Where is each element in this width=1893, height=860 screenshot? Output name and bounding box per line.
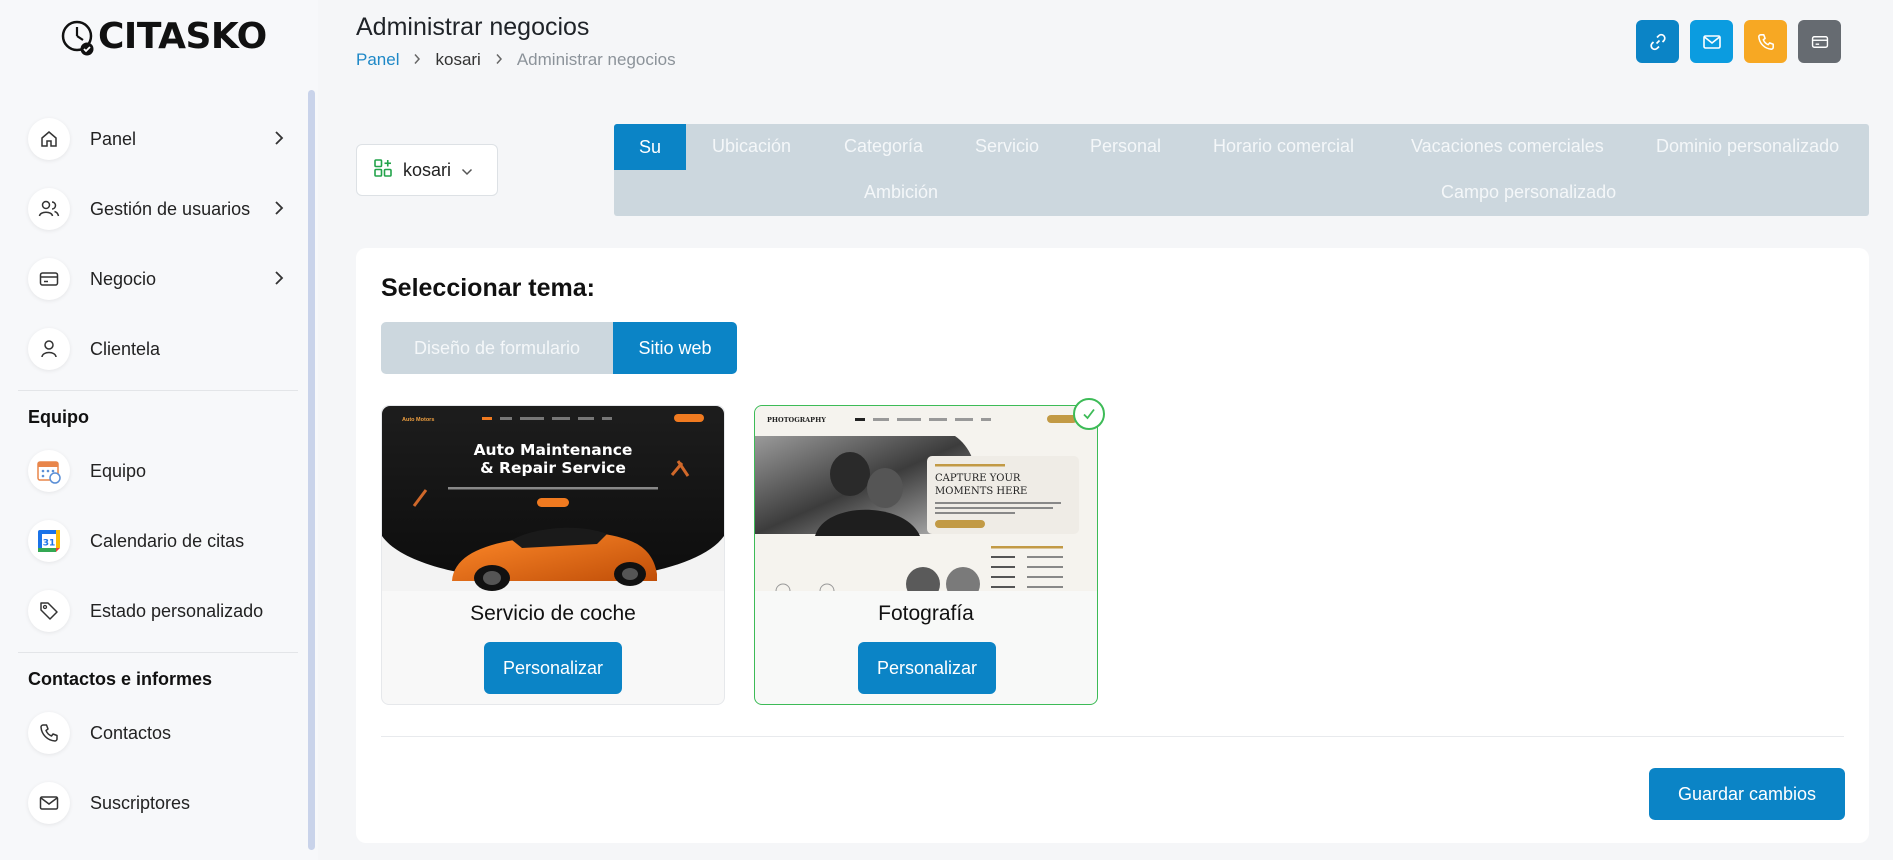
tab-staff[interactable]: Personal <box>1090 136 1161 157</box>
nav-section-team: Equipo <box>28 407 89 427</box>
tab-business-hours[interactable]: Horario comercial <box>1213 136 1354 157</box>
theme-card-photography[interactable]: PHOTOGRAPHY CAPTURE YOUR MOMENTS HERE Fo… <box>754 398 1105 705</box>
card-divider <box>381 736 1844 737</box>
settings-tabs: Su Ubicación Categoría Servicio Personal… <box>614 124 1869 216</box>
sidebar-item-user-management[interactable]: Gestión de usuarios <box>18 174 298 244</box>
sidebar-item-contacts[interactable]: Contactos <box>18 698 298 768</box>
breadcrumb-business-link[interactable]: kosari <box>435 50 480 70</box>
google-calendar-icon: 31 <box>28 520 70 562</box>
svg-text:31: 31 <box>43 539 56 549</box>
nav-section-contacts: Contactos e informes <box>28 669 213 689</box>
sidebar-item-label: Contactos <box>90 722 172 743</box>
calendar-team-icon <box>28 450 70 492</box>
phone-icon <box>1757 33 1774 50</box>
apps-add-icon <box>373 158 393 183</box>
chevron-right-icon <box>495 52 503 68</box>
svg-text:Auto Maintenance: Auto Maintenance <box>474 441 633 459</box>
theme-preview-photography: PHOTOGRAPHY CAPTURE YOUR MOMENTS HERE <box>755 406 1097 591</box>
sidebar-item-clients[interactable]: Clientela <box>18 314 298 384</box>
business-select-value: kosari <box>403 159 452 180</box>
clock-icon <box>60 18 96 56</box>
sidebar-item-label: Panel <box>90 128 137 149</box>
chevron-down-icon <box>461 160 473 181</box>
call-button[interactable] <box>1744 20 1787 63</box>
phone-icon <box>28 712 70 754</box>
chevron-right-icon <box>274 130 284 151</box>
svg-text:CAPTURE YOUR: CAPTURE YOUR <box>935 473 1021 484</box>
mail-icon <box>28 782 70 824</box>
breadcrumb-current: Administrar negocios <box>516 50 676 69</box>
theme-card: Seleccionar tema: Diseño de formulario S… <box>356 248 1869 843</box>
sidebar-item-label: Equipo <box>90 460 147 481</box>
tab-category[interactable]: Categoría <box>844 136 923 157</box>
card-icon <box>28 258 70 300</box>
sidebar: CITASKO Panel Gestión de usuarios Negoci… <box>0 0 318 860</box>
svg-text:PHOTOGRAPHY: PHOTOGRAPHY <box>767 416 826 424</box>
user-icon <box>28 328 70 370</box>
card-icon <box>1811 35 1828 48</box>
tab-custom-domain[interactable]: Dominio personalizado <box>1656 136 1839 157</box>
tab-business-holidays[interactable]: Vacaciones comerciales <box>1411 136 1604 157</box>
sidebar-item-business[interactable]: Negocio <box>18 244 298 314</box>
save-changes-button[interactable]: Guardar cambios <box>1649 768 1845 820</box>
svg-text:MOMENTS HERE: MOMENTS HERE <box>935 486 1027 497</box>
tab-location[interactable]: Ubicación <box>712 136 791 157</box>
link-icon <box>1649 33 1666 50</box>
home-icon <box>28 118 70 160</box>
segment-website[interactable]: Sitio web <box>613 322 737 374</box>
users-icon <box>28 188 70 230</box>
payment-button[interactable] <box>1798 20 1841 63</box>
sidebar-item-label: Suscriptores <box>90 792 191 813</box>
theme-name: Servicio de coche <box>470 602 636 625</box>
svg-text:Auto Motors: Auto Motors <box>402 417 434 423</box>
sidebar-item-team[interactable]: Equipo <box>18 436 298 506</box>
tab-custom-field[interactable]: Campo personalizado <box>1441 182 1616 203</box>
sidebar-item-panel[interactable]: Panel <box>18 104 298 174</box>
sidebar-item-label: Negocio <box>90 268 157 289</box>
brand-logo[interactable]: CITASKO <box>60 14 267 58</box>
email-button[interactable] <box>1690 20 1733 63</box>
theme-type-toggle: Diseño de formulario Sitio web <box>381 322 737 374</box>
chevron-right-icon <box>274 200 284 221</box>
mail-icon <box>1702 34 1721 49</box>
brand-name: CITASKO <box>98 15 267 57</box>
header-actions <box>1636 20 1841 63</box>
sidebar-item-label: Estado personalizado <box>90 600 264 621</box>
selected-check-icon <box>1073 398 1105 430</box>
tag-icon <box>28 590 70 632</box>
sidebar-item-label: Clientela <box>90 338 161 359</box>
customize-button[interactable]: Personalizar <box>858 642 996 694</box>
section-title: Seleccionar tema: <box>381 274 595 302</box>
sidebar-nav: Panel Gestión de usuarios Negocio Client… <box>18 104 298 838</box>
page-title: Administrar negocios <box>356 13 590 41</box>
svg-text:& Repair Service: & Repair Service <box>480 459 626 477</box>
tab-su[interactable]: Su <box>614 124 686 170</box>
sidebar-item-custom-status[interactable]: Estado personalizado <box>18 576 298 646</box>
sidebar-scrollbar[interactable] <box>308 90 315 850</box>
sidebar-item-appointment-calendar[interactable]: 31 Calendario de citas <box>18 506 298 576</box>
segment-form-design[interactable]: Diseño de formulario <box>381 322 613 374</box>
theme-preview-car-service: Auto Motors Auto Maintenance & Repair Se… <box>382 406 724 591</box>
customize-button[interactable]: Personalizar <box>484 642 622 694</box>
tab-ambition[interactable]: Ambición <box>864 182 938 203</box>
theme-card-car-service[interactable]: Auto Motors Auto Maintenance & Repair Se… <box>381 405 725 705</box>
copy-link-button[interactable] <box>1636 20 1679 63</box>
sidebar-item-label: Calendario de citas <box>90 530 245 551</box>
theme-name: Fotografía <box>878 602 974 625</box>
sidebar-item-label: Gestión de usuarios <box>90 198 251 219</box>
sidebar-item-subscribers[interactable]: Suscriptores <box>18 768 298 838</box>
chevron-right-icon <box>274 270 284 291</box>
breadcrumb: Panel kosari Administrar negocios <box>356 50 676 70</box>
tab-service[interactable]: Servicio <box>975 136 1039 157</box>
breadcrumb-panel-link[interactable]: Panel <box>356 50 399 70</box>
chevron-right-icon <box>413 52 421 68</box>
business-select[interactable]: kosari <box>356 144 498 196</box>
